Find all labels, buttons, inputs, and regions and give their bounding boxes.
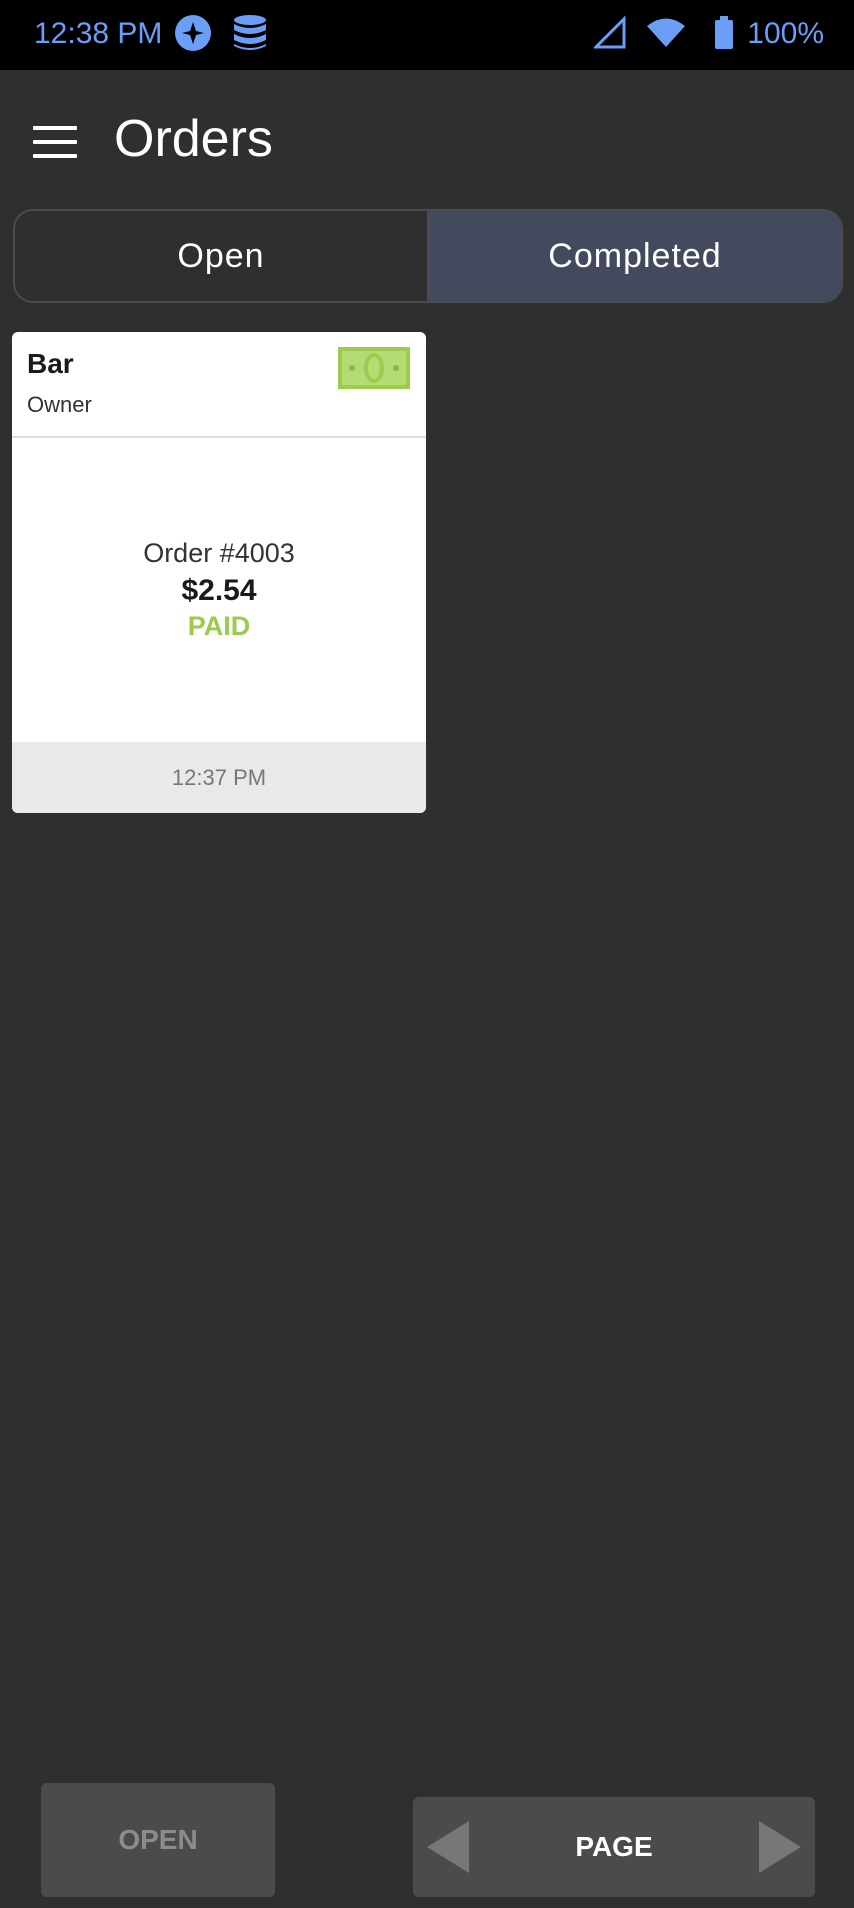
- battery-percent: 100%: [747, 17, 824, 50]
- order-employee: Owner: [27, 392, 92, 417]
- order-card-footer: 12:37 PM: [12, 742, 426, 813]
- order-status: PAID: [187, 611, 251, 641]
- cash-icon: [338, 347, 410, 389]
- open-button[interactable]: OPEN: [41, 1783, 275, 1897]
- battery-icon: [715, 16, 733, 49]
- order-card[interactable]: Bar Owner Order #4003 $2.54 PAID 12:37 P…: [12, 332, 426, 813]
- compass-icon: [175, 15, 211, 51]
- signal-icon: [594, 15, 626, 49]
- page-label: PAGE: [575, 1831, 653, 1862]
- next-page-icon[interactable]: [755, 1817, 805, 1877]
- wifi-icon: [647, 18, 685, 47]
- order-amount: $2.54: [181, 574, 257, 607]
- database-icon: [234, 15, 266, 50]
- order-time: 12:37 PM: [171, 764, 267, 790]
- tab-completed[interactable]: Completed: [429, 211, 841, 301]
- app-header: Orders: [0, 70, 854, 206]
- order-card-body: Order #4003 $2.54 PAID: [12, 438, 426, 742]
- status-time: 12:38 PM: [34, 17, 163, 50]
- tab-open[interactable]: Open: [15, 211, 429, 301]
- menu-icon[interactable]: [33, 126, 77, 158]
- order-card-header: Bar Owner: [12, 332, 426, 438]
- order-location: Bar: [27, 348, 74, 379]
- pager: PAGE: [413, 1797, 815, 1897]
- previous-page-icon[interactable]: [423, 1817, 473, 1877]
- page-title: Orders: [114, 110, 273, 168]
- status-bar: 12:38 PM 100%: [0, 0, 854, 70]
- order-filter-tabs: Open Completed: [13, 209, 843, 303]
- order-number: Order #4003: [143, 538, 295, 568]
